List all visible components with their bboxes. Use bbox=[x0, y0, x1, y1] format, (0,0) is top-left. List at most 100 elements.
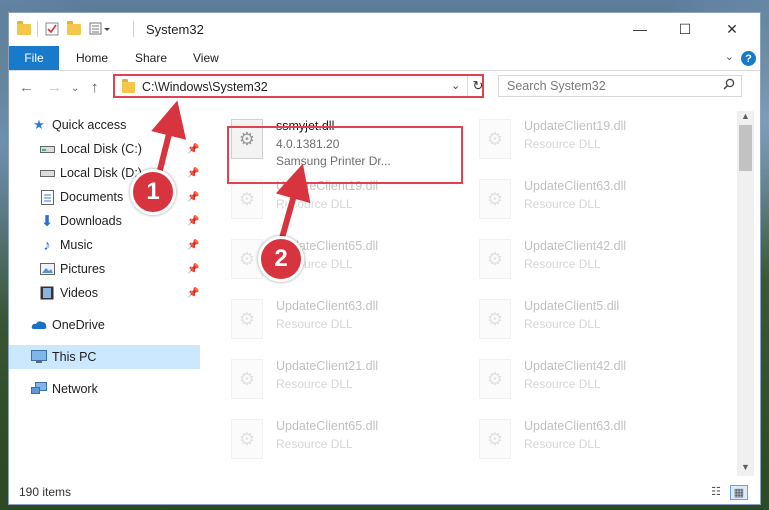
pin-icon[interactable]: 📌 bbox=[187, 240, 199, 251]
customize-toolbar-icon[interactable] bbox=[89, 21, 111, 37]
sidebar-item-pictures[interactable]: Pictures 📌 bbox=[9, 257, 200, 281]
new-folder-icon[interactable] bbox=[67, 20, 81, 37]
scroll-down-icon[interactable]: ▼ bbox=[737, 462, 754, 476]
file-explorer-window: System32 — ☐ ✕ File Home Share View ⌄ ? … bbox=[8, 12, 761, 505]
tab-view[interactable]: View bbox=[193, 46, 219, 70]
cloud-icon bbox=[31, 317, 47, 333]
file-item[interactable]: ⚙ UpdateClient65.dll Resource DLL bbox=[231, 417, 471, 475]
sidebar-item-label: Pictures bbox=[60, 262, 106, 276]
sidebar-item-label: Videos bbox=[60, 286, 98, 300]
file-description: Resource DLL bbox=[524, 377, 601, 391]
file-name: UpdateClient65.dll bbox=[276, 419, 379, 433]
dll-file-icon: ⚙ bbox=[479, 419, 511, 459]
maximize-button[interactable]: ☐ bbox=[662, 13, 708, 45]
file-description: Resource DLL bbox=[276, 437, 353, 451]
sidebar-item-label: Downloads bbox=[60, 214, 122, 228]
file-item[interactable]: ⚙ UpdateClient5.dll Resource DLL bbox=[479, 297, 719, 355]
sidebar-item-label: This PC bbox=[52, 350, 97, 364]
ribbon-tabs: File Home Share View ⌄ ? bbox=[9, 46, 760, 71]
file-name: UpdateClient63.dll bbox=[524, 179, 627, 193]
sidebar-item-label: Local Disk (D:) bbox=[60, 166, 142, 180]
sidebar-item-onedrive[interactable]: OneDrive bbox=[9, 313, 200, 337]
pin-icon[interactable]: 📌 bbox=[187, 192, 199, 203]
sidebar-item-label: Documents bbox=[60, 190, 124, 204]
music-icon: ♪ bbox=[43, 236, 51, 254]
file-description: Resource DLL bbox=[276, 377, 353, 391]
details-view-icon[interactable]: ☷ bbox=[708, 485, 724, 498]
item-count: 190 items bbox=[19, 485, 72, 499]
navigation-pane: ★ Quick access Local Disk (C:) 📌 Local D… bbox=[9, 111, 200, 476]
drive-icon bbox=[39, 165, 55, 181]
scroll-up-icon[interactable]: ▲ bbox=[737, 111, 754, 125]
tab-file[interactable]: File bbox=[9, 46, 59, 70]
dll-file-icon: ⚙ bbox=[231, 299, 263, 339]
step-2-badge: 2 bbox=[258, 236, 304, 282]
download-icon: ⬇ bbox=[40, 213, 54, 230]
file-name: UpdateClient19.dll bbox=[524, 119, 627, 133]
file-item[interactable]: ⚙ UpdateClient42.dll Resource DLL bbox=[479, 357, 719, 415]
sidebar-item-label: Local Disk (C:) bbox=[60, 142, 142, 156]
expand-ribbon-icon[interactable]: ⌄ bbox=[725, 50, 734, 63]
chevron-down-icon[interactable]: ⌄ bbox=[451, 79, 460, 92]
file-item[interactable]: ⚙ UpdateClient42.dll Resource DLL bbox=[479, 237, 719, 295]
tab-share[interactable]: Share bbox=[135, 46, 167, 70]
pin-icon[interactable]: 📌 bbox=[187, 216, 199, 227]
sidebar-item-music[interactable]: ♪ Music 📌 bbox=[9, 233, 200, 257]
tab-home[interactable]: Home bbox=[76, 46, 108, 70]
status-bar: 190 items ☷ ▦ bbox=[9, 481, 760, 504]
title-bar: System32 — ☐ ✕ bbox=[9, 13, 760, 45]
search-placeholder: Search System32 bbox=[507, 79, 606, 93]
scrollbar-thumb[interactable] bbox=[739, 125, 752, 171]
file-item[interactable]: ⚙ UpdateClient21.dll Resource DLL bbox=[231, 357, 471, 415]
search-input[interactable]: Search System32 bbox=[498, 75, 742, 97]
close-button[interactable]: ✕ bbox=[709, 13, 755, 45]
sidebar-item-this-pc[interactable]: This PC bbox=[9, 345, 200, 369]
videos-icon bbox=[39, 285, 55, 301]
file-highlight-frame bbox=[227, 126, 463, 184]
file-name: UpdateClient21.dll bbox=[276, 359, 379, 373]
folder-icon bbox=[17, 20, 31, 37]
file-description: Resource DLL bbox=[524, 257, 601, 271]
sidebar-item-videos[interactable]: Videos 📌 bbox=[9, 281, 200, 305]
sidebar-item-local-disk-c[interactable]: Local Disk (C:) 📌 bbox=[9, 137, 200, 161]
address-bar[interactable]: C:\Windows\System32 ⌄ ↻ bbox=[113, 74, 484, 98]
pin-icon[interactable]: 📌 bbox=[187, 168, 199, 179]
minimize-button[interactable]: — bbox=[617, 13, 663, 45]
dll-file-icon: ⚙ bbox=[479, 119, 511, 159]
refresh-icon[interactable]: ↻ bbox=[467, 76, 486, 96]
recent-locations-icon[interactable]: ⌄ bbox=[71, 83, 79, 94]
file-item[interactable]: ⚙ UpdateClient19.dll Resource DLL bbox=[479, 117, 719, 175]
search-icon[interactable] bbox=[723, 78, 735, 93]
sidebar-item-downloads[interactable]: ⬇ Downloads 📌 bbox=[9, 209, 200, 233]
dll-file-icon: ⚙ bbox=[479, 359, 511, 399]
sidebar-item-label: OneDrive bbox=[52, 318, 105, 332]
file-item[interactable]: ⚙ UpdateClient63.dll Resource DLL bbox=[479, 177, 719, 235]
dll-file-icon: ⚙ bbox=[479, 299, 511, 339]
sidebar-item-network[interactable]: Network bbox=[9, 377, 200, 401]
file-description: Resource DLL bbox=[524, 197, 601, 211]
dll-file-icon: ⚙ bbox=[479, 179, 511, 219]
up-arrow-icon[interactable]: ↑ bbox=[91, 79, 99, 96]
help-icon[interactable]: ? bbox=[741, 51, 756, 66]
file-name: UpdateClient42.dll bbox=[524, 239, 627, 253]
sidebar-item-quick-access[interactable]: ★ Quick access bbox=[9, 113, 200, 137]
sidebar-item-label: Quick access bbox=[52, 118, 127, 132]
back-arrow-icon[interactable]: ← bbox=[19, 79, 34, 96]
sidebar-item-label: Network bbox=[52, 382, 98, 396]
file-item[interactable]: ⚙ UpdateClient63.dll Resource DLL bbox=[231, 297, 471, 355]
vertical-scrollbar[interactable]: ▲ ▼ bbox=[737, 111, 754, 476]
file-item[interactable]: ⚙ UpdateClient19.dll Resource DLL bbox=[231, 177, 471, 235]
file-description: Resource DLL bbox=[524, 437, 601, 451]
file-name: UpdateClient63.dll bbox=[276, 299, 379, 313]
properties-icon[interactable] bbox=[45, 21, 59, 37]
divider bbox=[133, 21, 134, 37]
tiles-view-icon[interactable]: ▦ bbox=[730, 485, 748, 500]
dll-file-icon: ⚙ bbox=[231, 419, 263, 459]
pin-icon[interactable]: 📌 bbox=[187, 264, 199, 275]
pin-icon[interactable]: 📌 bbox=[187, 288, 199, 299]
dll-file-icon: ⚙ bbox=[231, 179, 263, 219]
forward-arrow-icon[interactable]: → bbox=[47, 79, 62, 96]
address-path[interactable]: C:\Windows\System32 bbox=[142, 80, 268, 94]
pin-icon[interactable]: 📌 bbox=[187, 144, 199, 155]
file-item[interactable]: ⚙ UpdateClient63.dll Resource DLL bbox=[479, 417, 719, 475]
